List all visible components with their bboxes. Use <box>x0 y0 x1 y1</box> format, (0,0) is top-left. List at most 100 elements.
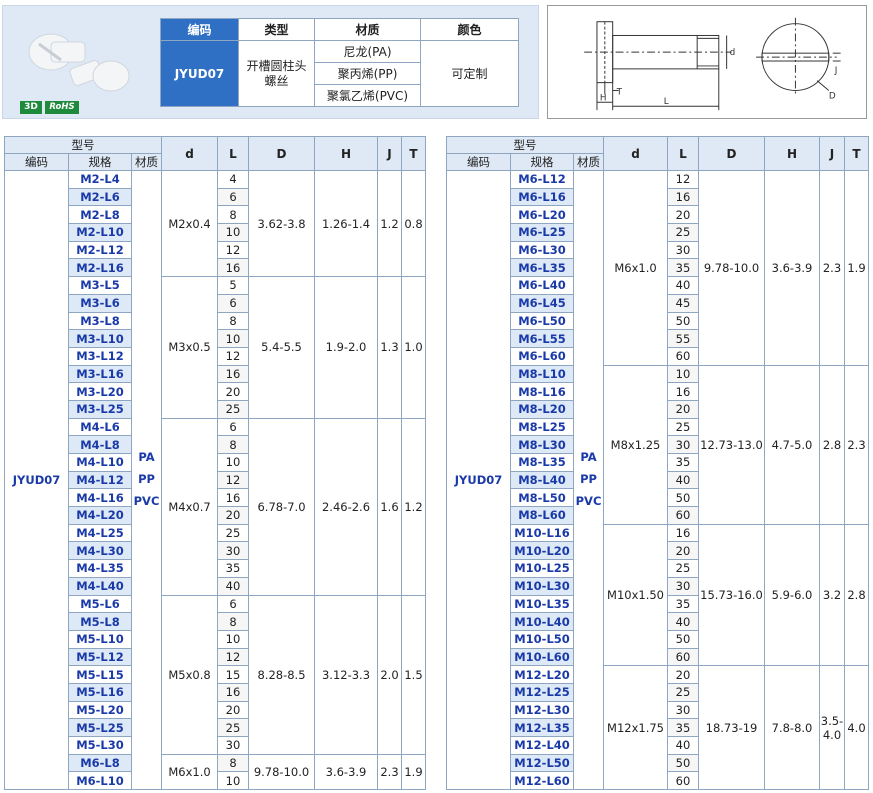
D-cell: 9.78-10.0 <box>248 753 315 791</box>
d-cell: M3x0.5 <box>161 276 218 419</box>
T-cell: 1.0 <box>401 276 426 419</box>
label-J: J <box>834 66 838 76</box>
header-D: D <box>248 136 315 171</box>
length-cell: 20 <box>217 506 249 525</box>
label-L: L <box>664 97 669 107</box>
length-cell: 45 <box>667 293 699 313</box>
model-cell: M8-L20 <box>510 399 574 419</box>
J-cell: 3.2 <box>819 523 845 667</box>
D-cell: 8.28-8.5 <box>248 594 315 755</box>
length-cell: 5 <box>217 276 249 295</box>
model-cell: M2-L6 <box>68 187 132 207</box>
label-d: d <box>730 48 736 58</box>
model-cell: M10-L30 <box>510 576 574 596</box>
model-cell: M6-L25 <box>510 223 574 242</box>
model-cell: M3-L10 <box>68 329 132 348</box>
model-cell: M5-L15 <box>68 665 132 684</box>
T-cell: 2.3 <box>844 364 869 525</box>
H-cell: 3.6-3.9 <box>314 753 378 791</box>
info-code-value: JYUD07 <box>160 40 239 107</box>
table-row: JYUD07 M2-L4 PA PP PVC M2x0.4 4 3.62-3.8 1.26-1.… <box>4 169 426 791</box>
header-J: J <box>819 136 845 171</box>
label-H: H <box>600 93 607 103</box>
header-T: T <box>844 136 869 171</box>
length-cell: 30 <box>667 576 699 596</box>
length-cell: 35 <box>217 559 249 578</box>
header-material: 材质 <box>573 153 604 171</box>
T-cell: 1.2 <box>401 417 426 596</box>
material-pvc: PVC <box>133 493 160 508</box>
D-cell: 18.73-19 <box>698 665 765 791</box>
length-cell: 20 <box>667 541 699 561</box>
model-cell: M10-L35 <box>510 594 574 614</box>
length-cell: 60 <box>667 647 699 667</box>
material-pp: PP <box>138 472 155 487</box>
model-cell: M6-L50 <box>510 311 574 331</box>
length-cell: 40 <box>217 576 249 596</box>
length-cell: 12 <box>217 647 249 667</box>
model-cell: M12-L35 <box>510 718 574 737</box>
H-cell: 3.6-3.9 <box>764 170 820 366</box>
D-cell: 12.73-13.0 <box>698 364 765 525</box>
model-cell: M8-L40 <box>510 470 574 490</box>
T-cell: 0.8 <box>401 169 426 278</box>
table-row: M6-L8 M6x1.0 8 9.78-10.0 3.6-3.9 2.3 1.9 <box>5 753 426 791</box>
length-cell: 16 <box>217 258 249 278</box>
dimension-diagram: d T H L J D <box>547 5 867 119</box>
material-pa: PA <box>580 450 597 465</box>
D-cell: 6.78-7.0 <box>248 417 315 596</box>
length-cell: 12 <box>217 240 249 260</box>
model-cell: M4-L25 <box>68 523 132 543</box>
model-cell: M4-L20 <box>68 506 132 525</box>
model-cell: M8-L60 <box>510 506 574 525</box>
length-cell: 6 <box>217 293 249 313</box>
model-cell: M8-L25 <box>510 417 574 437</box>
model-cell: M4-L8 <box>68 435 132 454</box>
D-cell: 9.78-10.0 <box>698 170 765 366</box>
T-cell: 1.9 <box>844 170 869 366</box>
model-cell: M5-L20 <box>68 700 132 720</box>
H-cell: 1.26-1.4 <box>314 169 378 278</box>
length-cell: 55 <box>667 329 699 348</box>
spec-table-left: 型号 d L D H J T 编码 规格 材质 JYUD07 M2-L4 PA PP P… <box>4 136 426 791</box>
H-cell: 7.8-8.0 <box>764 665 820 791</box>
model-cell: M6-L12 <box>510 170 574 189</box>
length-cell: 35 <box>667 453 699 472</box>
length-cell: 40 <box>667 470 699 490</box>
model-cell: M5-L6 <box>68 594 132 614</box>
model-cell: M2-L4 <box>68 170 132 189</box>
header-d: d <box>603 136 668 171</box>
model-cell: M6-L20 <box>510 205 574 225</box>
length-cell: 40 <box>667 612 699 631</box>
length-cell: 16 <box>667 382 699 401</box>
length-cell: 8 <box>217 205 249 225</box>
material-cell: PA PP PVC <box>573 169 604 791</box>
length-cell: 35 <box>667 594 699 614</box>
model-cell: M6-L8 <box>68 753 132 773</box>
header-code: 编码 <box>446 153 511 171</box>
model-cell: M6-L45 <box>510 293 574 313</box>
model-cell: M4-L16 <box>68 488 132 508</box>
J-cell: 3.5- 4.0 <box>819 665 845 791</box>
D-cell: 15.73-16.0 <box>698 523 765 667</box>
header-H: H <box>314 136 378 171</box>
model-cell: M4-L40 <box>68 576 132 596</box>
model-cell: M5-L10 <box>68 629 132 649</box>
length-cell: 30 <box>667 240 699 260</box>
spec-table-right: 型号 d L D H J T 编码 规格 材质 JYUD07 M6-L12 PA PP… <box>446 136 869 791</box>
model-cell: M12-L20 <box>510 665 574 684</box>
length-cell: 15 <box>217 665 249 684</box>
material-pp: PP <box>580 472 597 487</box>
model-cell: M4-L6 <box>68 417 132 437</box>
length-cell: 16 <box>667 187 699 207</box>
T-cell: 1.5 <box>401 594 426 755</box>
length-cell: 16 <box>217 488 249 508</box>
J-cell: 2.0 <box>377 594 402 755</box>
code-cell: JYUD07 <box>4 169 69 791</box>
model-cell: M3-L25 <box>68 399 132 419</box>
length-cell: 40 <box>667 276 699 295</box>
length-cell: 12 <box>217 470 249 490</box>
model-cell: M5-L8 <box>68 612 132 631</box>
rohs-badge: RoHS <box>45 101 79 114</box>
model-cell: M3-L5 <box>68 276 132 295</box>
